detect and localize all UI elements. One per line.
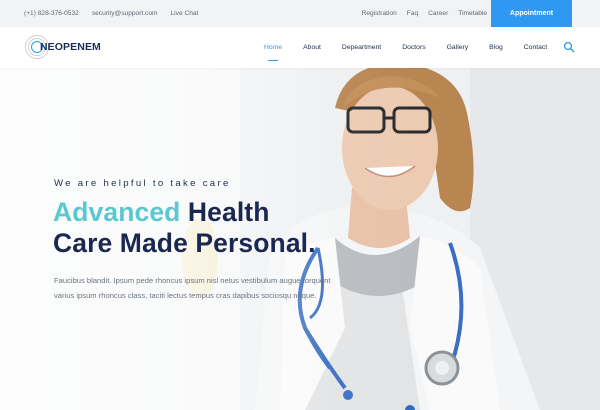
timetable-link[interactable]: Timetable: [458, 10, 487, 17]
appointment-button[interactable]: Appointment: [491, 0, 572, 27]
email-link[interactable]: security@support.com: [92, 10, 158, 17]
nav-contact[interactable]: Contact: [524, 44, 547, 51]
search-icon[interactable]: [563, 41, 575, 53]
hero-section: We are helpful to take care Advanced Hea…: [0, 68, 600, 410]
registration-link[interactable]: Registration: [362, 10, 397, 17]
nav-department[interactable]: Depeartment: [342, 44, 381, 51]
faq-link[interactable]: Faq: [407, 10, 418, 17]
nav-blog[interactable]: Blog: [489, 44, 503, 51]
headline-accent: Advanced: [53, 197, 181, 227]
headline-line1-rest: Health: [180, 197, 270, 227]
hero-description: Faucibus blandit. Ipsum pede rhoncus ips…: [54, 276, 331, 301]
nav-doctors[interactable]: Doctors: [402, 44, 425, 51]
nav-about[interactable]: About: [303, 44, 321, 51]
top-bar: (+1) 828-376-0532 security@support.com L…: [0, 0, 600, 27]
nav-menu: Home About Depeartment Doctors Gallery B…: [264, 27, 568, 68]
brand-name: NEOPENEM: [40, 41, 101, 53]
career-link[interactable]: Career: [428, 10, 448, 17]
phone-link[interactable]: (+1) 828-376-0532: [24, 10, 79, 17]
hero-tagline: We are helpful to take care: [54, 178, 231, 189]
nav-gallery[interactable]: Gallery: [447, 44, 469, 51]
hero-headline: Advanced Health Care Made Personal.: [53, 197, 316, 259]
top-links: Registration Faq Career Timetable: [362, 0, 487, 27]
headline-line2: Care Made Personal.: [53, 228, 316, 258]
contact-info: (+1) 828-376-0532 security@support.com L…: [24, 0, 198, 27]
nav-home[interactable]: Home: [264, 44, 282, 61]
live-chat-link[interactable]: Live Chat: [171, 10, 199, 17]
main-navbar: NEOPENEM Home About Depeartment Doctors …: [0, 27, 600, 68]
logo[interactable]: NEOPENEM: [24, 34, 101, 60]
